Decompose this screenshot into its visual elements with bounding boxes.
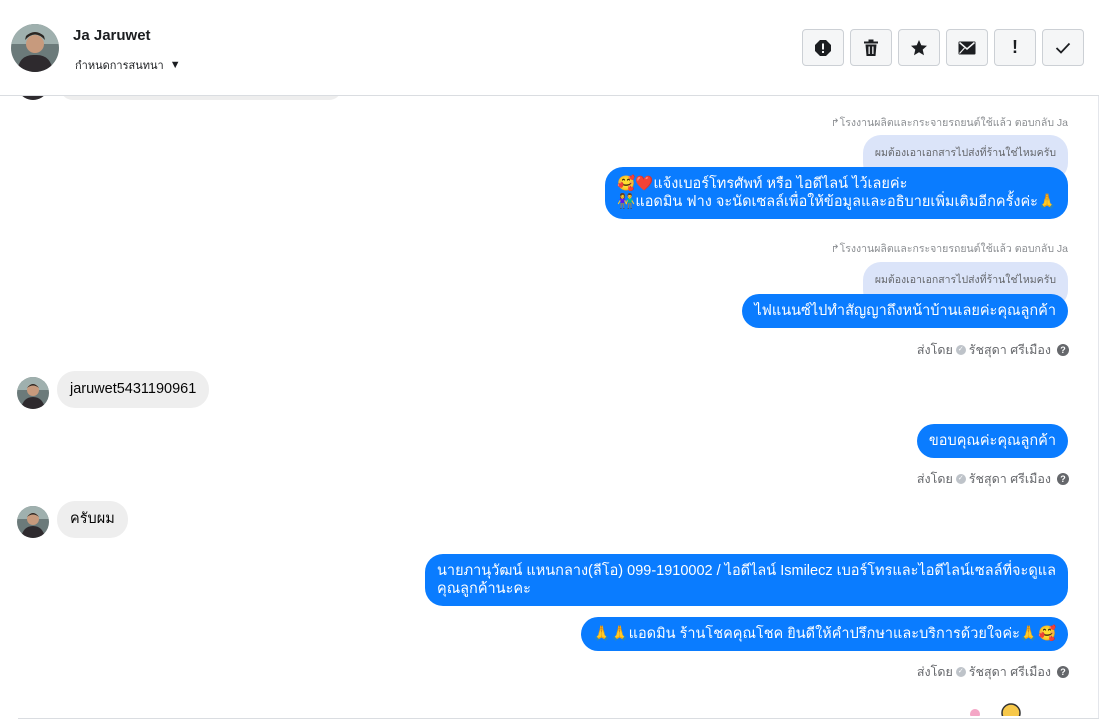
reply-context-note: ↱โรงงานผลิตและกระจายรถยนต์ใช้แล้ว ตอบกลั… [830, 243, 1068, 255]
exclamation-icon: ! [1012, 37, 1018, 57]
help-icon[interactable]: ? [1057, 473, 1069, 485]
verified-icon: ✓ [955, 345, 966, 355]
delete-button[interactable] [850, 29, 892, 66]
sender-name: รัชสุดา ศรีเมือง [968, 665, 1051, 679]
contact-name[interactable]: Ja Jaruwet [73, 27, 151, 44]
contact-avatar-small [17, 96, 49, 100]
conversation-settings-dropdown[interactable]: กำหนดการสนทนา ▼ [75, 56, 181, 74]
mark-important-button[interactable]: ! [994, 29, 1036, 66]
incoming-message[interactable]: ครับผม [57, 501, 128, 538]
outgoing-message[interactable]: ขอบคุณค่ะคุณลูกค้า [916, 424, 1068, 458]
heart-emoji-icon [966, 700, 984, 716]
sent-by-label: ส่งโดย ✓ รัชสุดา ศรีเมือง ? [917, 469, 1069, 489]
trash-icon [864, 39, 878, 56]
spam-icon [815, 39, 831, 56]
conversation-header: Ja Jaruwet กำหนดการสนทนา ▼ ! [0, 0, 1099, 96]
outgoing-message[interactable]: นายภานุวัฒน์ แหนกลาง(ลีโอ) 099-1910002 /… [425, 554, 1068, 606]
mark-unread-button[interactable] [946, 29, 988, 66]
outgoing-message[interactable]: 🙏🙏แอดมิน ร้านโชคคุณโชค ยินดีให้คำปรึกษาแ… [580, 617, 1068, 651]
contact-avatar-small[interactable] [17, 377, 49, 409]
sender-name: รัชสุดา ศรีเมือง [968, 472, 1051, 486]
sender-name: รัชสุดา ศรีเมือง [968, 343, 1051, 357]
contact-avatar[interactable] [11, 24, 59, 72]
message-thread[interactable]: ↱โรงงานผลิตและกระจายรถยนต์ใช้แล้ว ตอบกลั… [0, 96, 1099, 719]
envelope-icon [958, 41, 976, 54]
sent-by-label: ส่งโดย ✓ รัชสุดา ศรีเมือง ? [917, 662, 1069, 682]
help-icon[interactable]: ? [1057, 344, 1069, 356]
verified-icon: ✓ [955, 474, 966, 484]
message-line: นายภานุวัฒน์ แหนกลาง(ลีโอ) 099-1910002 /… [437, 563, 1056, 579]
sent-by-label: ส่งโดย ✓ รัชสุดา ศรีเมือง ? [917, 340, 1069, 360]
conversation-settings-label: กำหนดการสนทนา [75, 60, 164, 72]
incoming-message[interactable]: jaruwet5431190961 [57, 371, 210, 408]
checkmark-icon [1055, 42, 1071, 54]
caret-down-icon: ▼ [169, 59, 181, 71]
thread-actions: ! [802, 29, 1084, 66]
incoming-message-partial [60, 96, 342, 100]
message-line: 👫แอดมิน ฟาง จะนัดเซลล์เพื่อให้ข้อมูลและอ… [617, 194, 1056, 210]
message-line: คุณลูกค้านะคะ [437, 581, 531, 597]
verified-icon: ✓ [955, 667, 966, 677]
help-icon[interactable]: ? [1057, 666, 1069, 678]
mark-done-button[interactable] [1042, 29, 1084, 66]
smile-emoji-icon [1000, 700, 1022, 716]
mark-spam-button[interactable] [802, 29, 844, 66]
reply-arrow-icon: ↱ [830, 243, 840, 255]
reply-arrow-icon: ↱ [830, 117, 840, 129]
messenger-inbox: Ja Jaruwet กำหนดการสนทนา ▼ ! ↱โรงงานผลิต… [0, 0, 1099, 719]
outgoing-message[interactable]: 🥰❤️แจ้งเบอร์โทรศัพท์ หรือ ไอดีไลน์ ไว้เล… [605, 167, 1068, 219]
star-button[interactable] [898, 29, 940, 66]
contact-avatar-small[interactable] [17, 506, 49, 538]
star-icon [911, 39, 927, 55]
reply-context-note: ↱โรงงานผลิตและกระจายรถยนต์ใช้แล้ว ตอบกลั… [830, 117, 1068, 129]
message-line: 🥰❤️แจ้งเบอร์โทรศัพท์ หรือ ไอดีไลน์ ไว้เล… [617, 176, 908, 192]
outgoing-message[interactable]: ไฟแนนซ์ไปทำสัญญาถึงหน้าบ้านเลยค่ะคุณลูกค… [742, 294, 1068, 328]
